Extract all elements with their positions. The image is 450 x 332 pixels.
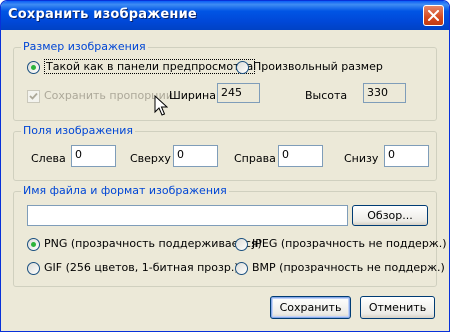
width-field[interactable]: 245 <box>217 83 260 103</box>
image-size-legend: Размер изображения <box>21 40 148 53</box>
close-icon <box>428 10 439 21</box>
format-jpeg-radio[interactable] <box>235 238 248 251</box>
format-jpeg-label[interactable]: JPEG (прозрачность не поддерж.) <box>252 237 447 250</box>
width-label: Ширина <box>169 89 216 102</box>
dialog-body: Размер изображения Такой как в панели пр… <box>4 30 447 329</box>
format-bmp-label[interactable]: BMP (прозрачность не поддерж.) <box>252 261 445 274</box>
top-margin-field[interactable]: 0 <box>173 145 218 167</box>
keep-ratio-checkbox[interactable] <box>27 90 40 103</box>
left-margin-field[interactable]: 0 <box>71 145 116 167</box>
save-button[interactable]: Сохранить <box>270 296 351 319</box>
bottom-margin-label: Снизу <box>344 152 379 165</box>
browse-button[interactable]: Обзор... <box>352 205 428 226</box>
format-png-radio[interactable] <box>27 238 40 251</box>
bottom-margin-field[interactable]: 0 <box>384 145 429 167</box>
right-margin-field[interactable]: 0 <box>278 145 323 167</box>
format-bmp-radio[interactable] <box>235 262 248 275</box>
top-margin-label: Сверху <box>130 152 171 165</box>
size-preview-radio[interactable] <box>27 61 40 74</box>
size-custom-label[interactable]: Произвольный размер <box>253 60 383 73</box>
image-size-group: Размер изображения Такой как в панели пр… <box>13 40 437 121</box>
right-margin-label: Справа <box>234 152 276 165</box>
title-bar[interactable]: Сохранить изображение <box>1 1 449 30</box>
filename-input[interactable] <box>27 205 348 226</box>
height-label: Высота <box>305 89 348 102</box>
height-field[interactable]: 330 <box>363 83 406 103</box>
cancel-button[interactable]: Отменить <box>360 296 435 319</box>
window-title: Сохранить изображение <box>8 7 197 22</box>
checkmark-icon <box>29 92 38 100</box>
format-gif-label[interactable]: GIF (256 цветов, 1-битная прозр.) <box>44 261 239 274</box>
image-margins-group: Поля изображения Слева 0 Сверху 0 Справа… <box>13 124 437 181</box>
file-format-group: Имя файла и формат изображения Обзор... … <box>13 184 447 287</box>
format-png-label[interactable]: PNG (прозрачность поддерживается) <box>44 237 262 250</box>
file-format-legend: Имя файла и формат изображения <box>21 184 229 197</box>
mouse-pointer-icon <box>154 95 168 116</box>
image-margins-legend: Поля изображения <box>21 124 136 137</box>
size-preview-label[interactable]: Такой как в панели предпросмотра <box>44 59 256 74</box>
left-margin-label: Слева <box>31 152 66 165</box>
size-custom-radio[interactable] <box>236 61 249 74</box>
save-image-dialog: Сохранить изображение Размер изображения… <box>0 0 450 332</box>
close-button[interactable] <box>423 5 444 26</box>
format-gif-radio[interactable] <box>27 262 40 275</box>
